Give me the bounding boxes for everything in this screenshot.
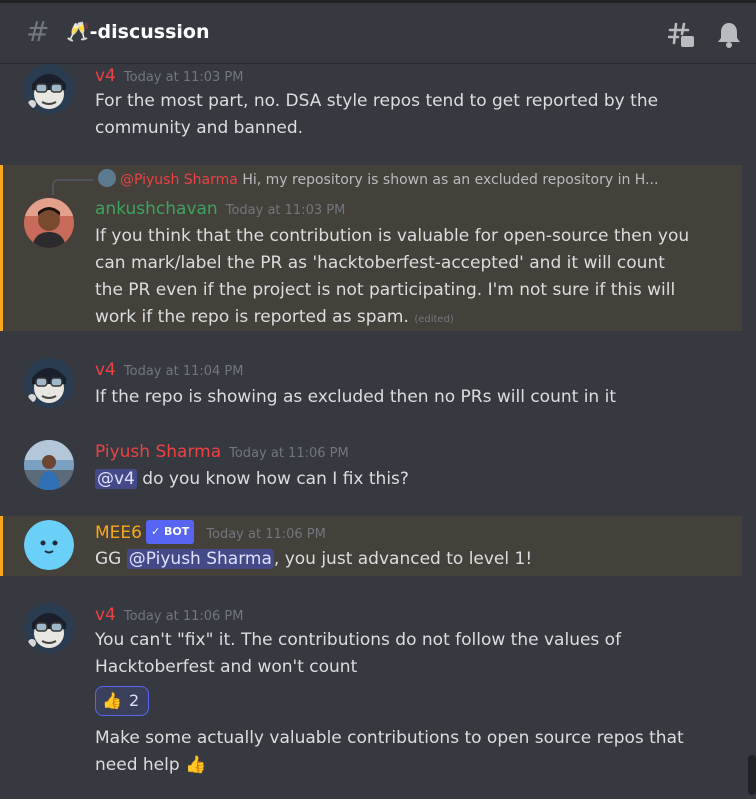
message-line: If the repo is showing as excluded then … xyxy=(95,387,616,407)
message: v4 Today at 11:03 PM For the most part, n… xyxy=(0,64,742,144)
thumbs-up-icon: 👍 xyxy=(102,691,122,710)
message-content: For the most part, no. DSA style repos t… xyxy=(95,88,715,142)
reply-connector xyxy=(52,179,94,195)
timestamp: Today at 11:03 PM xyxy=(225,203,346,218)
message-content: If you think that the contribution is va… xyxy=(95,223,715,333)
message-line: need help 👍 xyxy=(95,755,207,775)
edited-label: (edited) xyxy=(414,314,454,325)
author-name[interactable]: v4 xyxy=(95,605,116,625)
avatar[interactable] xyxy=(24,440,74,490)
reaction-thumbs-up[interactable]: 👍 2 xyxy=(95,686,149,716)
timestamp: Today at 11:04 PM xyxy=(123,364,244,379)
message-line: the PR even if the project is not partic… xyxy=(95,280,676,300)
timestamp: Today at 11:06 PM xyxy=(229,446,349,461)
channel-header: # 🥂-discussion xyxy=(0,0,756,64)
message-content: If the repo is showing as excluded then … xyxy=(95,384,715,411)
bot-badge: ✓ BOT xyxy=(145,520,195,544)
reply-avatar xyxy=(98,169,116,187)
message-line: Make some actually valuable contribution… xyxy=(95,728,684,748)
author-name[interactable]: v4 xyxy=(95,66,116,86)
avatar[interactable] xyxy=(24,358,74,408)
reply-author[interactable]: @Piyush Sharma xyxy=(120,172,238,188)
reply-preview[interactable]: @Piyush Sharma Hi, my repository is show… xyxy=(98,169,658,190)
message-line: You can't "fix" it. The contributions do… xyxy=(95,630,622,650)
timestamp: Today at 11:06 PM xyxy=(123,609,244,624)
author-name[interactable]: ankushchavan xyxy=(95,199,218,219)
author-name[interactable]: MEE6 xyxy=(95,523,142,543)
hash-icon: # xyxy=(26,15,50,48)
reaction-count: 2 xyxy=(129,691,140,710)
message-header: v4 Today at 11:04 PM xyxy=(95,359,243,383)
bell-icon[interactable] xyxy=(716,21,742,49)
message-text: GG xyxy=(95,549,127,569)
message-line: can mark/label the PR as 'hacktoberfest-… xyxy=(95,253,665,273)
message-line: work if the repo is reported as spam. (e… xyxy=(95,304,715,333)
user-mention[interactable]: @v4 xyxy=(95,469,137,489)
channel-name: 🥂-discussion xyxy=(66,21,210,43)
avatar[interactable] xyxy=(24,603,74,653)
message-content: @v4 do you know how can I fix this? xyxy=(95,466,715,493)
message-header: Piyush Sharma Today at 11:06 PM xyxy=(95,441,349,465)
message-content: Make some actually valuable contribution… xyxy=(95,725,715,779)
message: v4 Today at 11:04 PM If the repo is showi… xyxy=(0,358,742,412)
timestamp: Today at 11:06 PM xyxy=(206,527,326,542)
message: v4 Today at 11:06 PM You can't "fix" it. … xyxy=(0,603,742,793)
message-header: v4 Today at 11:06 PM xyxy=(95,604,243,628)
message-content: You can't "fix" it. The contributions do… xyxy=(95,627,715,681)
reply-text: Hi, my repository is shown as an exclude… xyxy=(242,172,659,188)
timestamp: Today at 11:03 PM xyxy=(123,70,244,85)
message-content: GG @Piyush Sharma, you just advanced to … xyxy=(95,546,715,573)
message-line: If you think that the contribution is va… xyxy=(95,226,690,246)
message-line: Hacktoberfest and won't count xyxy=(95,657,358,677)
message-highlighted: MEE6 ✓ BOT Today at 11:06 PM GG @Piyush Sh… xyxy=(0,516,742,576)
avatar[interactable] xyxy=(24,198,74,248)
message-header: v4 Today at 11:03 PM xyxy=(95,65,243,89)
message-header: MEE6 ✓ BOT Today at 11:06 PM xyxy=(95,520,326,546)
message-header: ankushchavan Today at 11:03 PM xyxy=(95,198,345,222)
message-highlighted: @Piyush Sharma Hi, my repository is show… xyxy=(0,165,742,331)
message-line-text: work if the repo is reported as spam. xyxy=(95,307,409,327)
message: Piyush Sharma Today at 11:06 PM @v4 do yo… xyxy=(0,440,742,494)
message-text: do you know how can I fix this? xyxy=(136,469,409,489)
message-text: , you just advanced to level 1! xyxy=(273,549,533,569)
threads-icon[interactable] xyxy=(668,21,696,49)
message-line: community and banned. xyxy=(95,118,304,138)
message-line: For the most part, no. DSA style repos t… xyxy=(95,91,659,111)
user-mention[interactable]: @Piyush Sharma xyxy=(126,549,274,569)
avatar[interactable] xyxy=(24,64,74,114)
author-name[interactable]: v4 xyxy=(95,360,116,380)
scrollbar-thumb[interactable] xyxy=(748,755,756,795)
avatar[interactable] xyxy=(24,520,74,570)
author-name[interactable]: Piyush Sharma xyxy=(95,442,221,462)
